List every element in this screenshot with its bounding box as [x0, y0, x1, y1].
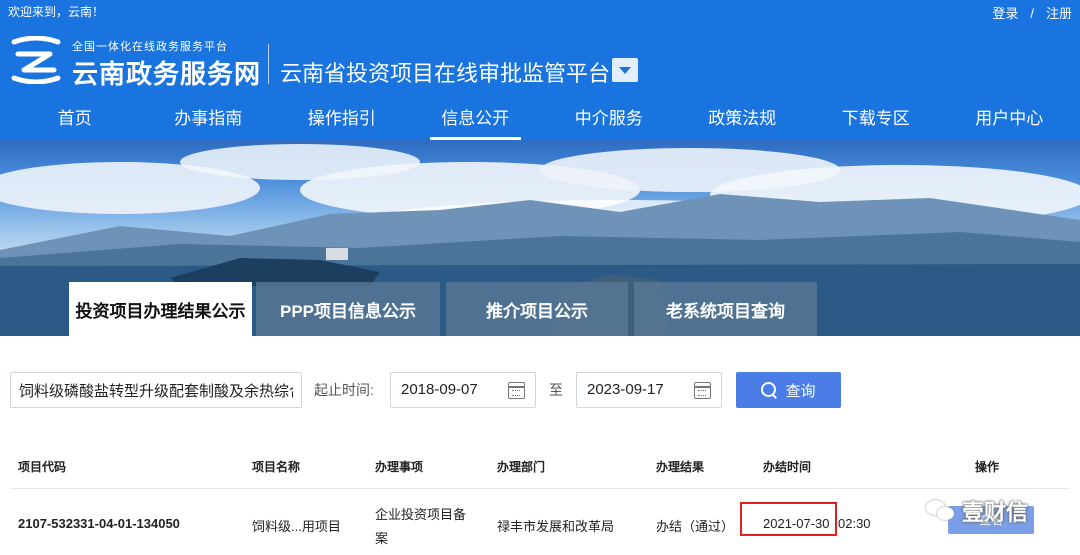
- top-links: 登录 / 注册: [992, 3, 1072, 22]
- date-range-label: 起止时间:: [314, 382, 374, 398]
- platform-title: 云南省投资项目在线审批监管平台: [280, 61, 611, 86]
- col-matter: 办理事项: [375, 460, 424, 474]
- watermark: 壹财信: [926, 492, 1028, 530]
- search-button[interactable]: 查询: [736, 372, 841, 408]
- cell-project-name[interactable]: 饲料级...用项目: [252, 516, 341, 535]
- col-project-name: 项目名称: [252, 460, 301, 474]
- results-table-header: 项目代码 项目名称 办理事项 办理部门 办理结果 办结时间 操作: [0, 458, 1080, 478]
- start-date-field[interactable]: 2018-09-07: [390, 372, 536, 408]
- keyword-input[interactable]: [10, 372, 302, 408]
- search-button-label: 查询: [785, 382, 816, 400]
- nav-item-instructions[interactable]: 操作指引: [275, 100, 409, 140]
- search-icon: [761, 382, 777, 398]
- top-links-separator: /: [1030, 6, 1034, 21]
- brand-subtitle: 全国一体化在线政务服务平台: [72, 41, 228, 53]
- nav-item-user-center[interactable]: 用户中心: [943, 100, 1077, 140]
- col-action: 操作: [975, 460, 1000, 474]
- col-department: 办理部门: [497, 460, 546, 474]
- end-date-field[interactable]: 2023-09-17: [576, 372, 722, 408]
- col-project-code: 项目代码: [18, 460, 67, 474]
- cell-matter-line2: 案: [375, 531, 389, 546]
- finish-date-highlight: [740, 502, 837, 536]
- nav-item-downloads[interactable]: 下载专区: [809, 100, 943, 140]
- yunnan-gov-logo-icon[interactable]: [10, 36, 62, 84]
- cell-finish-time: 02:30: [838, 516, 871, 531]
- start-date-value: 2018-09-07: [401, 381, 478, 398]
- welcome-text: 欢迎来到，云南！: [8, 5, 105, 19]
- col-finish-time: 办结时间: [763, 460, 812, 474]
- cell-department: 禄丰市发展和改革局: [497, 519, 615, 534]
- cell-project-code: 2107-532331-04-01-134050: [18, 516, 180, 531]
- nav-item-guide[interactable]: 办事指南: [142, 100, 276, 140]
- nav-item-agency-services[interactable]: 中介服务: [542, 100, 676, 140]
- table-header-divider: [10, 488, 1070, 489]
- tab-ppp-info[interactable]: PPP项目信息公示: [256, 282, 440, 336]
- col-result: 办理结果: [656, 460, 705, 474]
- cell-matter-line1: 企业投资项目备: [375, 507, 467, 522]
- tab-promoted-projects[interactable]: 推介项目公示: [446, 282, 628, 336]
- nav-item-policies[interactable]: 政策法规: [676, 100, 810, 140]
- register-link[interactable]: 注册: [1046, 6, 1072, 21]
- watermark-text: 壹财信: [962, 500, 1029, 525]
- brand-divider: [268, 44, 269, 84]
- date-to-label: 至: [549, 382, 563, 398]
- login-link[interactable]: 登录: [992, 6, 1018, 21]
- brand-name[interactable]: 云南政务服务网: [72, 54, 261, 91]
- search-bar: 起止时间: 2018-09-07 至 2023-09-17 查询: [0, 372, 1080, 408]
- nav-item-home[interactable]: 首页: [8, 100, 142, 140]
- nav-item-info-disclosure[interactable]: 信息公开: [409, 100, 543, 140]
- main-nav: 首页 办事指南 操作指引 信息公开 中介服务 政策法规 下载专区 用户中心: [8, 100, 1076, 140]
- end-date-value: 2023-09-17: [587, 381, 664, 398]
- calendar-icon[interactable]: [694, 382, 711, 399]
- tab-legacy-query[interactable]: 老系统项目查询: [634, 282, 817, 336]
- platform-dropdown-chevron-icon[interactable]: [612, 58, 638, 82]
- wechat-icon: [926, 498, 956, 524]
- cell-result: 办结（通过）: [656, 519, 735, 534]
- tab-investment-results[interactable]: 投资项目办理结果公示: [69, 282, 252, 336]
- calendar-icon[interactable]: [508, 382, 525, 399]
- table-row: 2107-532331-04-01-134050 饲料级...用项目 企业投资项…: [0, 496, 1080, 555]
